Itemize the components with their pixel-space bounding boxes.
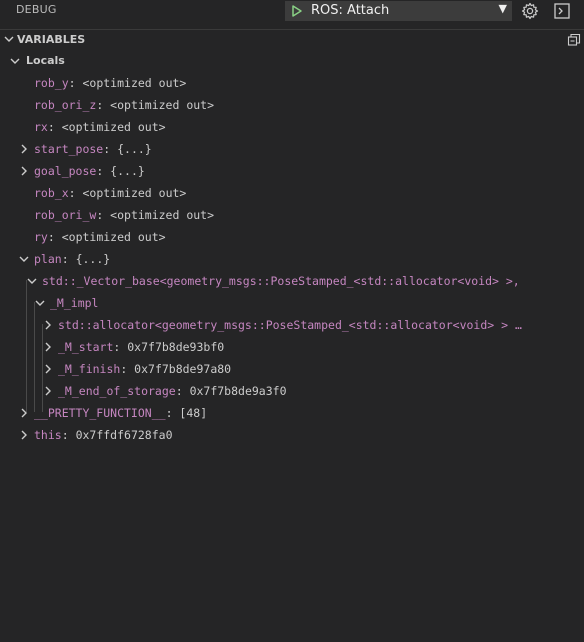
scope-locals[interactable]: Locals xyxy=(0,50,584,72)
chevron-down-icon[interactable] xyxy=(3,33,15,45)
collapse-all-icon[interactable] xyxy=(567,33,581,47)
variable-name: this xyxy=(34,428,62,442)
variable-row[interactable]: start_pose: {...} xyxy=(0,138,584,160)
debug-toolbar: DEBUG ROS: Attach ▼ xyxy=(0,0,584,26)
variable-name: ry xyxy=(34,230,48,244)
variable-row[interactable]: ry: <optimized out> xyxy=(0,226,584,248)
variable-row[interactable]: plan: {...} xyxy=(0,248,584,270)
variable-value: {...} xyxy=(75,252,111,266)
variables-section-header[interactable]: VARIABLES xyxy=(0,29,584,50)
variable-value: <optimized out> xyxy=(110,208,215,222)
variable-row[interactable]: std::allocator<geometry_msgs::PoseStampe… xyxy=(0,314,584,336)
variable-name: __PRETTY_FUNCTION__ xyxy=(34,406,166,420)
chevron-right-icon[interactable] xyxy=(42,319,54,331)
chevron-right-icon[interactable] xyxy=(42,341,54,353)
chevron-right-icon[interactable] xyxy=(18,165,30,177)
variable-name: rob_y xyxy=(34,76,69,90)
variable-row[interactable]: rob_x: <optimized out> xyxy=(0,182,584,204)
variable-value: <optimized out> xyxy=(61,120,166,134)
variable-name: rob_x xyxy=(34,186,69,200)
variable-value: <optimized out> xyxy=(110,98,215,112)
variable-row[interactable]: _M_impl xyxy=(0,292,584,314)
variable-value: <optimized out> xyxy=(61,230,166,244)
variable-name: _M_impl xyxy=(50,296,99,310)
dropdown-caret-icon[interactable]: ▼ xyxy=(499,2,507,15)
variable-value: <optimized out> xyxy=(82,186,187,200)
chevron-down-icon[interactable] xyxy=(18,253,30,265)
chevron-right-icon[interactable] xyxy=(18,429,30,441)
variable-name: std::_Vector_base<geometry_msgs::PoseSta… xyxy=(42,274,520,288)
chevron-down-icon[interactable] xyxy=(34,297,46,309)
chevron-down-icon[interactable] xyxy=(26,275,38,287)
variable-row[interactable]: __PRETTY_FUNCTION__: [48] xyxy=(0,402,584,424)
variable-value: 0x7f7b8de93bf0 xyxy=(127,340,225,354)
section-title: VARIABLES xyxy=(17,33,86,46)
play-icon[interactable] xyxy=(290,4,304,18)
variable-value: {...} xyxy=(110,164,145,178)
variable-name: plan xyxy=(34,252,62,266)
variable-name: rob_ori_z xyxy=(34,98,97,112)
variable-value: 0x7f7b8de9a3f0 xyxy=(189,384,287,398)
debug-title: DEBUG xyxy=(16,3,57,16)
variable-value: <optimized out> xyxy=(82,76,187,90)
launch-config-dropdown[interactable]: ROS: Attach ▼ xyxy=(285,1,512,21)
variable-name: _M_start xyxy=(58,340,114,354)
variable-name: _M_end_of_storage xyxy=(58,384,176,398)
variable-row[interactable]: _M_end_of_storage: 0x7f7b8de9a3f0 xyxy=(0,380,584,402)
chevron-right-icon[interactable] xyxy=(18,407,30,419)
variable-row[interactable]: rob_y: <optimized out> xyxy=(0,72,584,94)
variable-row[interactable]: goal_pose: {...} xyxy=(0,160,584,182)
variable-name: _M_finish xyxy=(58,362,121,376)
variable-name: rx xyxy=(34,120,48,134)
launch-config-name: ROS: Attach xyxy=(311,3,390,18)
console-icon[interactable] xyxy=(553,2,571,20)
variable-name: goal_pose xyxy=(34,164,97,178)
variable-name: std::allocator<geometry_msgs::PoseStampe… xyxy=(58,318,522,332)
chevron-down-icon[interactable] xyxy=(9,55,21,67)
variable-value: {...} xyxy=(117,142,152,156)
variable-name: start_pose xyxy=(34,142,104,156)
chevron-right-icon[interactable] xyxy=(42,385,54,397)
variable-row[interactable]: rx: <optimized out> xyxy=(0,116,584,138)
chevron-right-icon[interactable] xyxy=(42,363,54,375)
scope-label: Locals xyxy=(26,54,65,67)
variable-row[interactable]: _M_finish: 0x7f7b8de97a80 xyxy=(0,358,584,380)
variable-row[interactable]: rob_ori_w: <optimized out> xyxy=(0,204,584,226)
variable-value: [48] xyxy=(179,406,208,420)
variable-value: 0x7ffdf6728fa0 xyxy=(75,428,173,442)
gear-icon[interactable] xyxy=(521,2,539,20)
variable-row[interactable]: rob_ori_z: <optimized out> xyxy=(0,94,584,116)
variable-row[interactable]: _M_start: 0x7f7b8de93bf0 xyxy=(0,336,584,358)
variable-row[interactable]: this: 0x7ffdf6728fa0 xyxy=(0,424,584,446)
variable-name: rob_ori_w xyxy=(34,208,97,222)
chevron-right-icon[interactable] xyxy=(18,143,30,155)
variable-row[interactable]: std::_Vector_base<geometry_msgs::PoseSta… xyxy=(0,270,584,292)
variable-value: 0x7f7b8de97a80 xyxy=(134,362,232,376)
